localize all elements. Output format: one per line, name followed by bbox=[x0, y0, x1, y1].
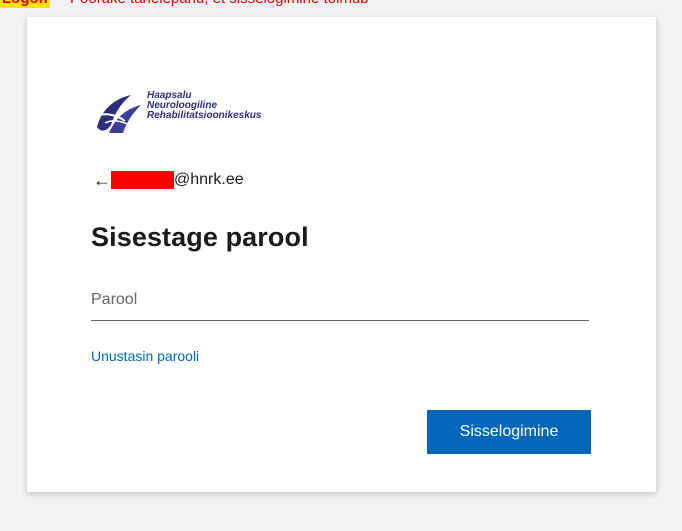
login-card: Haapsalu Neuroloogiline Rehabilitatsioon… bbox=[27, 17, 656, 492]
logo-text: Haapsalu Neuroloogiline Rehabilitatsioon… bbox=[147, 91, 261, 121]
forgot-password-link[interactable]: Unustasin parooli bbox=[91, 348, 199, 364]
page-title: Sisestage parool bbox=[91, 222, 309, 252]
banner-label: Logon bbox=[0, 0, 50, 8]
sign-in-button[interactable]: Sisselogimine bbox=[427, 410, 591, 454]
logo-line-3: Rehabilitatsioonikeskus bbox=[147, 110, 262, 121]
account-identity: ← @hnrk.ee bbox=[93, 168, 244, 192]
password-input[interactable] bbox=[91, 280, 589, 321]
top-banner: Logon Pöörake tähelepanu, et sisselogimi… bbox=[0, 0, 682, 8]
banner-text: Pöörake tähelepanu, et sisselogimine toi… bbox=[70, 0, 369, 8]
redacted-username bbox=[111, 171, 174, 189]
organization-logo: Haapsalu Neuroloogiline Rehabilitatsioon… bbox=[91, 89, 331, 139]
logo-emblem-icon bbox=[97, 95, 141, 133]
arrow-left-icon[interactable]: ← bbox=[93, 170, 111, 190]
email-domain: @hnrk.ee bbox=[174, 171, 244, 188]
